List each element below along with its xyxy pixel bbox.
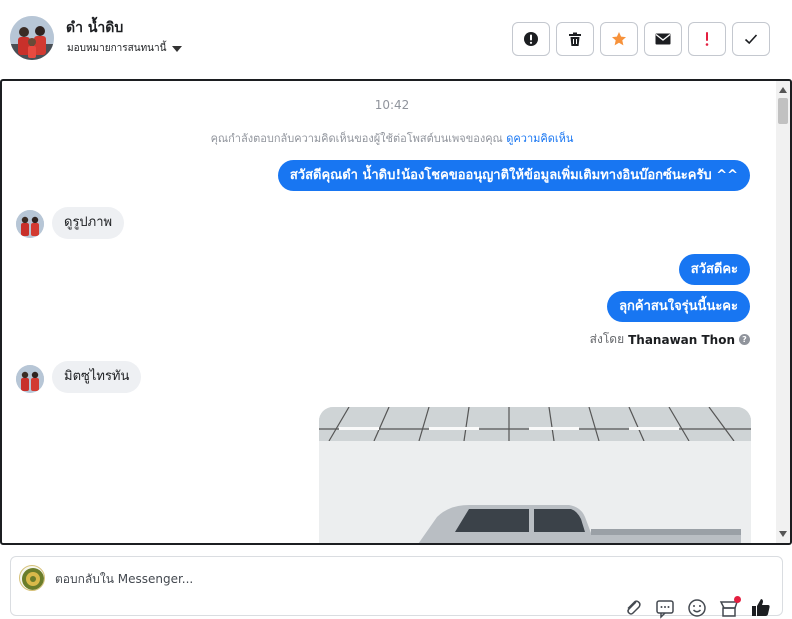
info-icon[interactable]: ? — [739, 334, 750, 345]
red-exclamation-icon — [705, 32, 709, 46]
exclamation-circle-icon — [524, 32, 538, 46]
composer-toolbar — [622, 596, 772, 619]
sent-by-name: Thanawan Thon — [628, 332, 735, 347]
mark-unread-button[interactable] — [644, 22, 682, 56]
emoji-button[interactable] — [686, 597, 708, 619]
spam-button[interactable] — [512, 22, 550, 56]
incoming-message[interactable]: มิตซูไทรทัน — [52, 361, 142, 393]
done-button[interactable] — [732, 22, 770, 56]
like-icon — [752, 599, 770, 616]
follow-up-button[interactable] — [688, 22, 726, 56]
sent-by-label: ส่งโดย Thanawan Thon ? — [590, 330, 750, 349]
incoming-message[interactable]: ดูรูปภาพ — [52, 207, 125, 239]
trash-icon — [569, 32, 581, 46]
delete-button[interactable] — [556, 22, 594, 56]
attachment-button[interactable] — [622, 597, 644, 619]
thread-scrollbar[interactable] — [776, 81, 790, 543]
sender-avatar[interactable] — [16, 210, 44, 238]
contact-avatar[interactable] — [10, 16, 54, 60]
outgoing-message[interactable]: ลุกค้าสนใจรุ่นนี้นะคะ — [607, 291, 750, 322]
contact-name[interactable]: ดำ น้ำดิบ — [66, 17, 123, 39]
truck-photo[interactable] — [319, 407, 751, 543]
star-button[interactable] — [600, 22, 638, 56]
message-timestamp: 10:42 — [374, 98, 410, 112]
sender-avatar[interactable] — [16, 365, 44, 393]
saved-replies-button[interactable] — [654, 597, 676, 619]
page-avatar — [19, 565, 45, 591]
sent-by-prefix: ส่งโดย — [589, 332, 625, 346]
scroll-down-arrow[interactable] — [779, 531, 787, 537]
reply-input[interactable] — [55, 569, 655, 589]
message-thread[interactable]: 10:42 คุณกำลังตอบกลับความคิดเห็นของผู้ใช… — [0, 79, 792, 545]
action-toolbar — [512, 22, 770, 56]
caret-down-icon — [172, 45, 183, 52]
scroll-thumb[interactable] — [778, 98, 788, 124]
saved-replies-icon — [656, 600, 674, 619]
outgoing-message[interactable]: สวัสดีคุณดำ น้ำดิบ!น้องโชคขออนุญาติให้ข้… — [277, 160, 750, 191]
star-icon — [612, 32, 626, 46]
notification-dot — [734, 596, 741, 603]
attachment-icon — [627, 600, 641, 615]
outgoing-message[interactable]: สวัสดีคะ — [678, 254, 750, 285]
reply-composer — [10, 556, 783, 619]
shop-button[interactable] — [718, 596, 741, 619]
emoji-icon — [688, 599, 706, 617]
conversation-header: ดำ น้ำดิบ มอบหมายการสนทนานี้ — [0, 0, 792, 80]
assign-conversation-dropdown[interactable]: มอบหมายการสนทนานี้ — [67, 41, 183, 56]
assign-label: มอบหมายการสนทนานี้ — [67, 43, 167, 54]
checkmark-icon — [744, 34, 758, 45]
notice-text: คุณกำลังตอบกลับความคิดเห็นของผู้ใช้ต่อโพ… — [210, 132, 503, 145]
comment-reply-notice: คุณกำลังตอบกลับความคิดเห็นของผู้ใช้ต่อโพ… — [2, 129, 782, 147]
like-button[interactable] — [750, 597, 772, 619]
view-comment-link[interactable]: ดูความคิดเห็น — [506, 132, 573, 145]
scroll-up-arrow[interactable] — [779, 87, 787, 93]
envelope-icon — [655, 33, 671, 45]
